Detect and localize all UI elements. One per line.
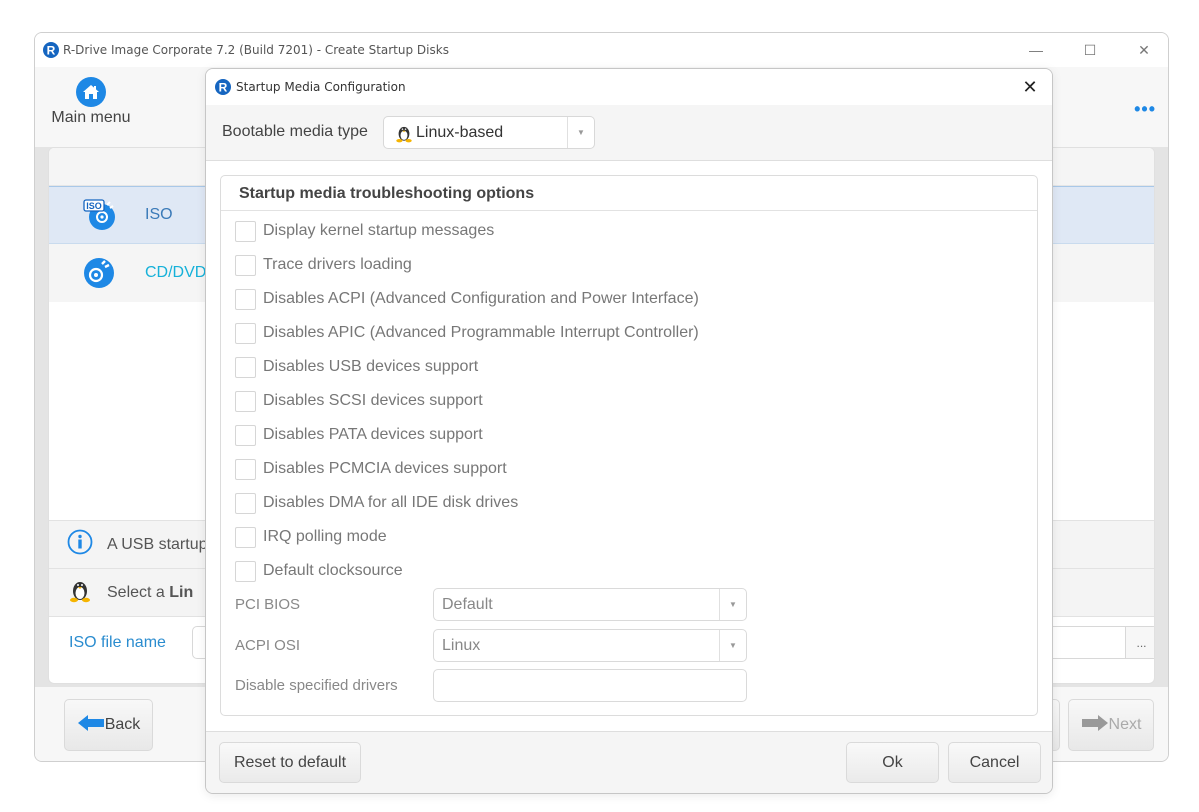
- checkbox[interactable]: [235, 492, 256, 514]
- checkbox[interactable]: [235, 560, 256, 582]
- chevron-down-icon[interactable]: ▼: [719, 630, 746, 661]
- linux-select-text: Select a Lin: [107, 584, 193, 602]
- close-window-button[interactable]: ✕: [1124, 39, 1164, 61]
- browse-button[interactable]: ...: [1125, 627, 1154, 658]
- checkbox-label[interactable]: Disables SCSI devices support: [263, 392, 483, 410]
- checkbox[interactable]: [235, 322, 256, 344]
- acpi-osi-select[interactable]: Linux ▼: [433, 629, 747, 662]
- cd-dvd-icon: [83, 257, 115, 289]
- option-checkbox-row[interactable]: Disables DMA for all IDE disk drives: [235, 492, 518, 514]
- ok-button[interactable]: Ok: [846, 742, 939, 783]
- checkbox[interactable]: [235, 458, 256, 480]
- option-checkbox-row[interactable]: Disables PATA devices support: [235, 424, 483, 446]
- pci-bios-label: PCI BIOS: [235, 596, 301, 613]
- option-checkbox-row[interactable]: Trace drivers loading: [235, 254, 412, 276]
- dialog-close-button[interactable]: ✕: [1018, 75, 1042, 99]
- disable-drivers-input[interactable]: [433, 669, 747, 702]
- next-button[interactable]: Next: [1068, 699, 1154, 751]
- checkbox-label[interactable]: IRQ polling mode: [263, 528, 387, 546]
- r-drive-logo-icon: R: [215, 79, 231, 100]
- bootable-media-type-row: Bootable media type Linux-based ▼: [206, 105, 1052, 161]
- option-checkbox-row[interactable]: Disables ACPI (Advanced Configuration an…: [235, 288, 699, 310]
- home-icon: [76, 77, 106, 107]
- checkbox[interactable]: [235, 356, 256, 378]
- main-titlebar: R R-Drive Image Corporate 7.2 (Build 720…: [35, 33, 1168, 67]
- linux-penguin-icon: [67, 577, 93, 608]
- window-title: R-Drive Image Corporate 7.2 (Build 7201)…: [63, 43, 449, 57]
- option-checkbox-row[interactable]: Disables SCSI devices support: [235, 390, 483, 412]
- iso-file-name-label[interactable]: ISO file name: [69, 634, 166, 652]
- option-checkbox-row[interactable]: Disables PCMCIA devices support: [235, 458, 507, 480]
- main-menu-label: Main menu: [51, 109, 131, 126]
- info-text: A USB startup: [107, 535, 208, 553]
- dialog-title: Startup Media Configuration: [236, 80, 406, 94]
- checkbox-label[interactable]: Disables PATA devices support: [263, 426, 483, 444]
- checkbox-label[interactable]: Trace drivers loading: [263, 256, 412, 274]
- linux-select-text-prefix: Select a: [107, 583, 170, 601]
- option-checkbox-row[interactable]: Disables APIC (Advanced Programmable Int…: [235, 322, 699, 344]
- checkbox[interactable]: [235, 220, 256, 242]
- acpi-osi-row: ACPI OSI Linux ▼: [235, 629, 755, 662]
- checkbox[interactable]: [235, 424, 256, 446]
- pci-bios-row: PCI BIOS Default ▼: [235, 588, 755, 621]
- cancel-button[interactable]: Cancel: [948, 742, 1041, 783]
- checkbox[interactable]: [235, 288, 256, 310]
- next-label: Next: [1108, 716, 1142, 733]
- pci-bios-select[interactable]: Default ▼: [433, 588, 747, 621]
- dialog-body: Startup media troubleshooting options Di…: [206, 161, 1052, 731]
- bootable-media-type-select[interactable]: Linux-based ▼: [383, 116, 595, 149]
- arrow-right-icon: [1081, 714, 1109, 737]
- checkbox-label[interactable]: Disables DMA for all IDE disk drives: [263, 494, 518, 512]
- troubleshooting-options-group: Startup media troubleshooting options Di…: [220, 175, 1038, 716]
- checkbox[interactable]: [235, 526, 256, 548]
- option-checkbox-row[interactable]: IRQ polling mode: [235, 526, 387, 548]
- svg-text:R: R: [219, 81, 228, 95]
- more-options-icon[interactable]: •••: [1134, 99, 1156, 120]
- bootable-media-type-value: Linux-based: [416, 124, 504, 141]
- bootable-media-type-label: Bootable media type: [222, 123, 368, 140]
- svg-text:R: R: [47, 44, 56, 58]
- startup-media-config-dialog: R Startup Media Configuration ✕ Bootable…: [205, 68, 1053, 794]
- back-button[interactable]: Back: [64, 699, 153, 751]
- info-icon: [67, 529, 93, 560]
- back-label: Back: [104, 716, 141, 733]
- media-item-label: CD/DVD: [145, 264, 207, 281]
- maximize-button[interactable]: ☐: [1070, 39, 1110, 61]
- dialog-titlebar: R Startup Media Configuration ✕: [206, 69, 1052, 105]
- main-menu-button[interactable]: Main menu: [45, 73, 137, 133]
- disable-drivers-label: Disable specified drivers: [235, 677, 398, 694]
- svg-text:ISO: ISO: [86, 201, 102, 211]
- media-item-label: ISO: [145, 206, 173, 223]
- option-checkbox-row[interactable]: Default clocksource: [235, 560, 403, 582]
- acpi-osi-value: Linux: [442, 637, 481, 654]
- r-drive-logo-icon: R: [43, 42, 59, 63]
- checkbox[interactable]: [235, 390, 256, 412]
- checkbox-label[interactable]: Disables PCMCIA devices support: [263, 460, 507, 478]
- option-checkbox-row[interactable]: Disables USB devices support: [235, 356, 478, 378]
- iso-disc-icon: ISO: [83, 199, 115, 231]
- pci-bios-value: Default: [442, 596, 493, 613]
- chevron-down-icon[interactable]: ▼: [567, 117, 594, 148]
- group-title: Startup media troubleshooting options: [221, 176, 1037, 211]
- chevron-down-icon[interactable]: ▼: [719, 589, 746, 620]
- arrow-left-icon: [77, 714, 105, 737]
- linux-penguin-icon: [394, 123, 414, 148]
- checkbox-label[interactable]: Disables ACPI (Advanced Configuration an…: [263, 290, 699, 308]
- option-checkbox-row[interactable]: Display kernel startup messages: [235, 220, 494, 242]
- disable-drivers-row: Disable specified drivers: [235, 669, 755, 702]
- acpi-osi-label: ACPI OSI: [235, 637, 301, 654]
- minimize-button[interactable]: —: [1016, 39, 1056, 61]
- checkbox-label[interactable]: Display kernel startup messages: [263, 222, 494, 240]
- linux-select-text-bold: Lin: [169, 583, 194, 601]
- checkbox-label[interactable]: Disables USB devices support: [263, 358, 478, 376]
- reset-to-default-button[interactable]: Reset to default: [219, 742, 361, 783]
- checkbox-label[interactable]: Disables APIC (Advanced Programmable Int…: [263, 324, 699, 342]
- checkbox-label[interactable]: Default clocksource: [263, 562, 403, 580]
- checkbox[interactable]: [235, 254, 256, 276]
- dialog-footer: Reset to default Ok Cancel: [206, 731, 1052, 793]
